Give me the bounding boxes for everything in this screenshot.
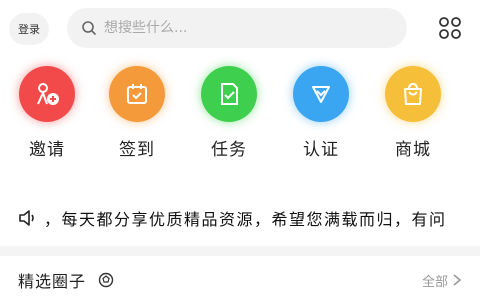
invite-icon [19, 66, 75, 122]
search-input[interactable] [104, 20, 354, 36]
section-title: 精选圈子 [18, 272, 87, 291]
quick-entries: 邀请 签到 任务 认证 商城 [0, 66, 480, 166]
entry-checkin[interactable]: 签到 [102, 66, 172, 160]
featured-circles-header: 精选圈子 全部 [0, 262, 480, 298]
grid-icon [438, 16, 462, 40]
speaker-icon [18, 209, 40, 227]
ball-icon [98, 272, 114, 288]
notice-text: ，每天都分享优质精品资源，希望您满载而归，有问 [44, 210, 447, 229]
entry-task[interactable]: 任务 [194, 66, 264, 160]
search-bar[interactable] [67, 8, 407, 48]
entry-shop[interactable]: 商城 [378, 66, 448, 160]
entry-verify[interactable]: 认证 [286, 66, 356, 160]
search-icon [81, 20, 97, 36]
view-all-link[interactable]: 全部 [422, 271, 462, 290]
calendar-icon [109, 66, 165, 122]
entry-label: 签到 [119, 140, 155, 160]
chevron-right-icon [452, 273, 462, 287]
grid-menu-button[interactable] [436, 14, 464, 42]
entry-label: 商城 [395, 140, 431, 160]
section-divider [0, 246, 480, 256]
verify-icon [293, 66, 349, 122]
entry-label: 邀请 [29, 140, 65, 160]
shop-icon [385, 66, 441, 122]
entry-label: 认证 [303, 140, 339, 160]
task-icon [201, 66, 257, 122]
entry-invite[interactable]: 邀请 [12, 66, 82, 160]
login-button[interactable]: 登录 [9, 13, 49, 45]
notice-bar[interactable]: ，每天都分享优质精品资源，希望您满载而归，有问 [0, 203, 480, 233]
entry-label: 任务 [211, 140, 247, 160]
view-all-label: 全部 [421, 274, 448, 290]
